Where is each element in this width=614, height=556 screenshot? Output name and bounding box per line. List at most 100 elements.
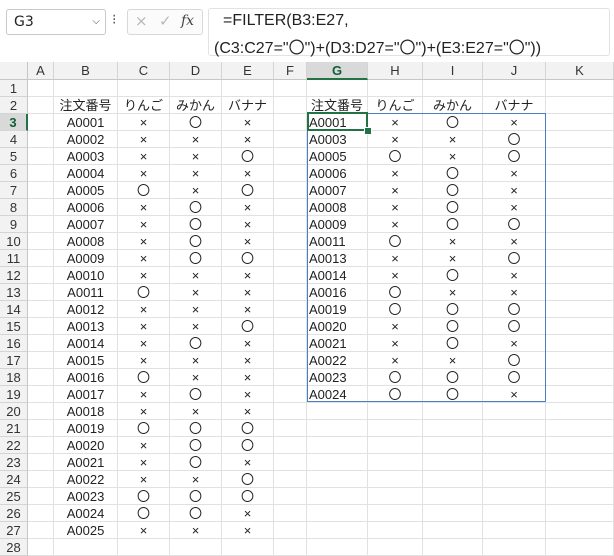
result-mark-cell[interactable]: 〇 [423, 386, 483, 403]
source-mark-cell[interactable]: × [222, 454, 274, 471]
source-order-id-cell[interactable]: A0002 [54, 131, 118, 148]
grid-cell[interactable] [307, 522, 368, 539]
result-mark-cell[interactable]: × [368, 250, 423, 267]
source-mark-cell[interactable]: 〇 [118, 488, 170, 505]
source-mark-cell[interactable]: × [170, 182, 222, 199]
grid-cell[interactable] [274, 233, 307, 250]
grid-cell[interactable] [28, 199, 54, 216]
column-header-a[interactable]: A [28, 62, 54, 80]
result-mark-cell[interactable]: × [483, 335, 546, 352]
source-mark-cell[interactable]: × [222, 199, 274, 216]
source-order-id-cell[interactable]: A0021 [54, 454, 118, 471]
result-order-id-cell[interactable]: A0011 [307, 233, 368, 250]
grid-cell[interactable] [118, 80, 170, 97]
result-mark-cell[interactable]: 〇 [368, 301, 423, 318]
grid-cell[interactable] [368, 539, 423, 556]
source-mark-cell[interactable]: 〇 [118, 505, 170, 522]
grid-cell[interactable] [28, 114, 54, 131]
row-header-18[interactable]: 18 [0, 369, 28, 386]
result-mark-cell[interactable]: × [423, 250, 483, 267]
result-mark-cell[interactable]: 〇 [483, 216, 546, 233]
result-order-id-cell[interactable]: A0024 [307, 386, 368, 403]
source-mark-cell[interactable]: × [222, 114, 274, 131]
result-header-cell[interactable]: 注文番号 [307, 97, 368, 114]
grid-cell[interactable] [28, 80, 54, 97]
result-mark-cell[interactable]: 〇 [423, 318, 483, 335]
grid-cell[interactable] [368, 437, 423, 454]
result-order-id-cell[interactable]: A0013 [307, 250, 368, 267]
grid-cell[interactable] [546, 250, 614, 267]
grid-cell[interactable] [546, 318, 614, 335]
result-order-id-cell[interactable]: A0007 [307, 182, 368, 199]
source-mark-cell[interactable]: 〇 [118, 369, 170, 386]
grid-cell[interactable] [28, 403, 54, 420]
column-header-g[interactable]: G [307, 62, 368, 80]
result-mark-cell[interactable]: × [483, 199, 546, 216]
grid-cell[interactable] [368, 505, 423, 522]
grid-cell[interactable] [546, 454, 614, 471]
result-header-cell[interactable]: みかん [423, 97, 483, 114]
grid-cell[interactable] [274, 437, 307, 454]
source-mark-cell[interactable]: × [118, 148, 170, 165]
result-mark-cell[interactable]: × [368, 267, 423, 284]
result-order-id-cell[interactable]: A0014 [307, 267, 368, 284]
source-mark-cell[interactable]: 〇 [170, 420, 222, 437]
source-mark-cell[interactable]: × [118, 437, 170, 454]
grid-cell[interactable] [546, 80, 614, 97]
grid-cell[interactable] [483, 539, 546, 556]
source-mark-cell[interactable]: × [118, 522, 170, 539]
column-header-h[interactable]: H [368, 62, 423, 80]
source-mark-cell[interactable]: 〇 [170, 386, 222, 403]
column-header-k[interactable]: K [546, 62, 614, 80]
source-mark-cell[interactable]: 〇 [170, 114, 222, 131]
row-header-10[interactable]: 10 [0, 233, 28, 250]
grid-cell[interactable] [274, 131, 307, 148]
grid-cell[interactable] [423, 488, 483, 505]
result-mark-cell[interactable]: 〇 [368, 233, 423, 250]
grid-cell[interactable] [274, 80, 307, 97]
result-mark-cell[interactable]: 〇 [483, 352, 546, 369]
source-mark-cell[interactable]: × [170, 318, 222, 335]
grid-cell[interactable] [28, 471, 54, 488]
grid-cell[interactable] [274, 97, 307, 114]
grid-cell[interactable] [28, 539, 54, 556]
source-mark-cell[interactable]: × [170, 284, 222, 301]
grid-cell[interactable] [368, 522, 423, 539]
grid-cell[interactable] [28, 488, 54, 505]
source-order-id-cell[interactable]: A0024 [54, 505, 118, 522]
row-header-7[interactable]: 7 [0, 182, 28, 199]
column-header-e[interactable]: E [222, 62, 274, 80]
result-mark-cell[interactable]: 〇 [423, 165, 483, 182]
result-mark-cell[interactable]: × [368, 131, 423, 148]
grid-cell[interactable] [28, 216, 54, 233]
grid-cell[interactable] [546, 182, 614, 199]
grid-cell[interactable] [307, 437, 368, 454]
source-order-id-cell[interactable]: A0023 [54, 488, 118, 505]
grid-cell[interactable] [546, 199, 614, 216]
grid-cell[interactable] [274, 352, 307, 369]
result-mark-cell[interactable]: × [368, 182, 423, 199]
grid-cell[interactable] [274, 284, 307, 301]
source-mark-cell[interactable]: × [170, 301, 222, 318]
result-order-id-cell[interactable]: A0019 [307, 301, 368, 318]
grid-cell[interactable] [170, 80, 222, 97]
grid-cell[interactable] [546, 437, 614, 454]
source-mark-cell[interactable]: 〇 [170, 335, 222, 352]
grid-cell[interactable] [28, 250, 54, 267]
row-header-24[interactable]: 24 [0, 471, 28, 488]
result-mark-cell[interactable]: × [368, 165, 423, 182]
source-mark-cell[interactable]: × [118, 471, 170, 488]
grid-cell[interactable] [28, 182, 54, 199]
grid-cell[interactable] [483, 403, 546, 420]
source-order-id-cell[interactable]: A0020 [54, 437, 118, 454]
row-header-22[interactable]: 22 [0, 437, 28, 454]
row-header-27[interactable]: 27 [0, 522, 28, 539]
more-options-icon[interactable]: ⁝ [112, 12, 116, 28]
source-mark-cell[interactable]: × [222, 386, 274, 403]
grid-cell[interactable] [54, 80, 118, 97]
result-mark-cell[interactable]: 〇 [423, 301, 483, 318]
result-mark-cell[interactable]: × [483, 267, 546, 284]
source-mark-cell[interactable]: 〇 [118, 420, 170, 437]
result-mark-cell[interactable]: × [368, 216, 423, 233]
source-mark-cell[interactable]: 〇 [170, 250, 222, 267]
